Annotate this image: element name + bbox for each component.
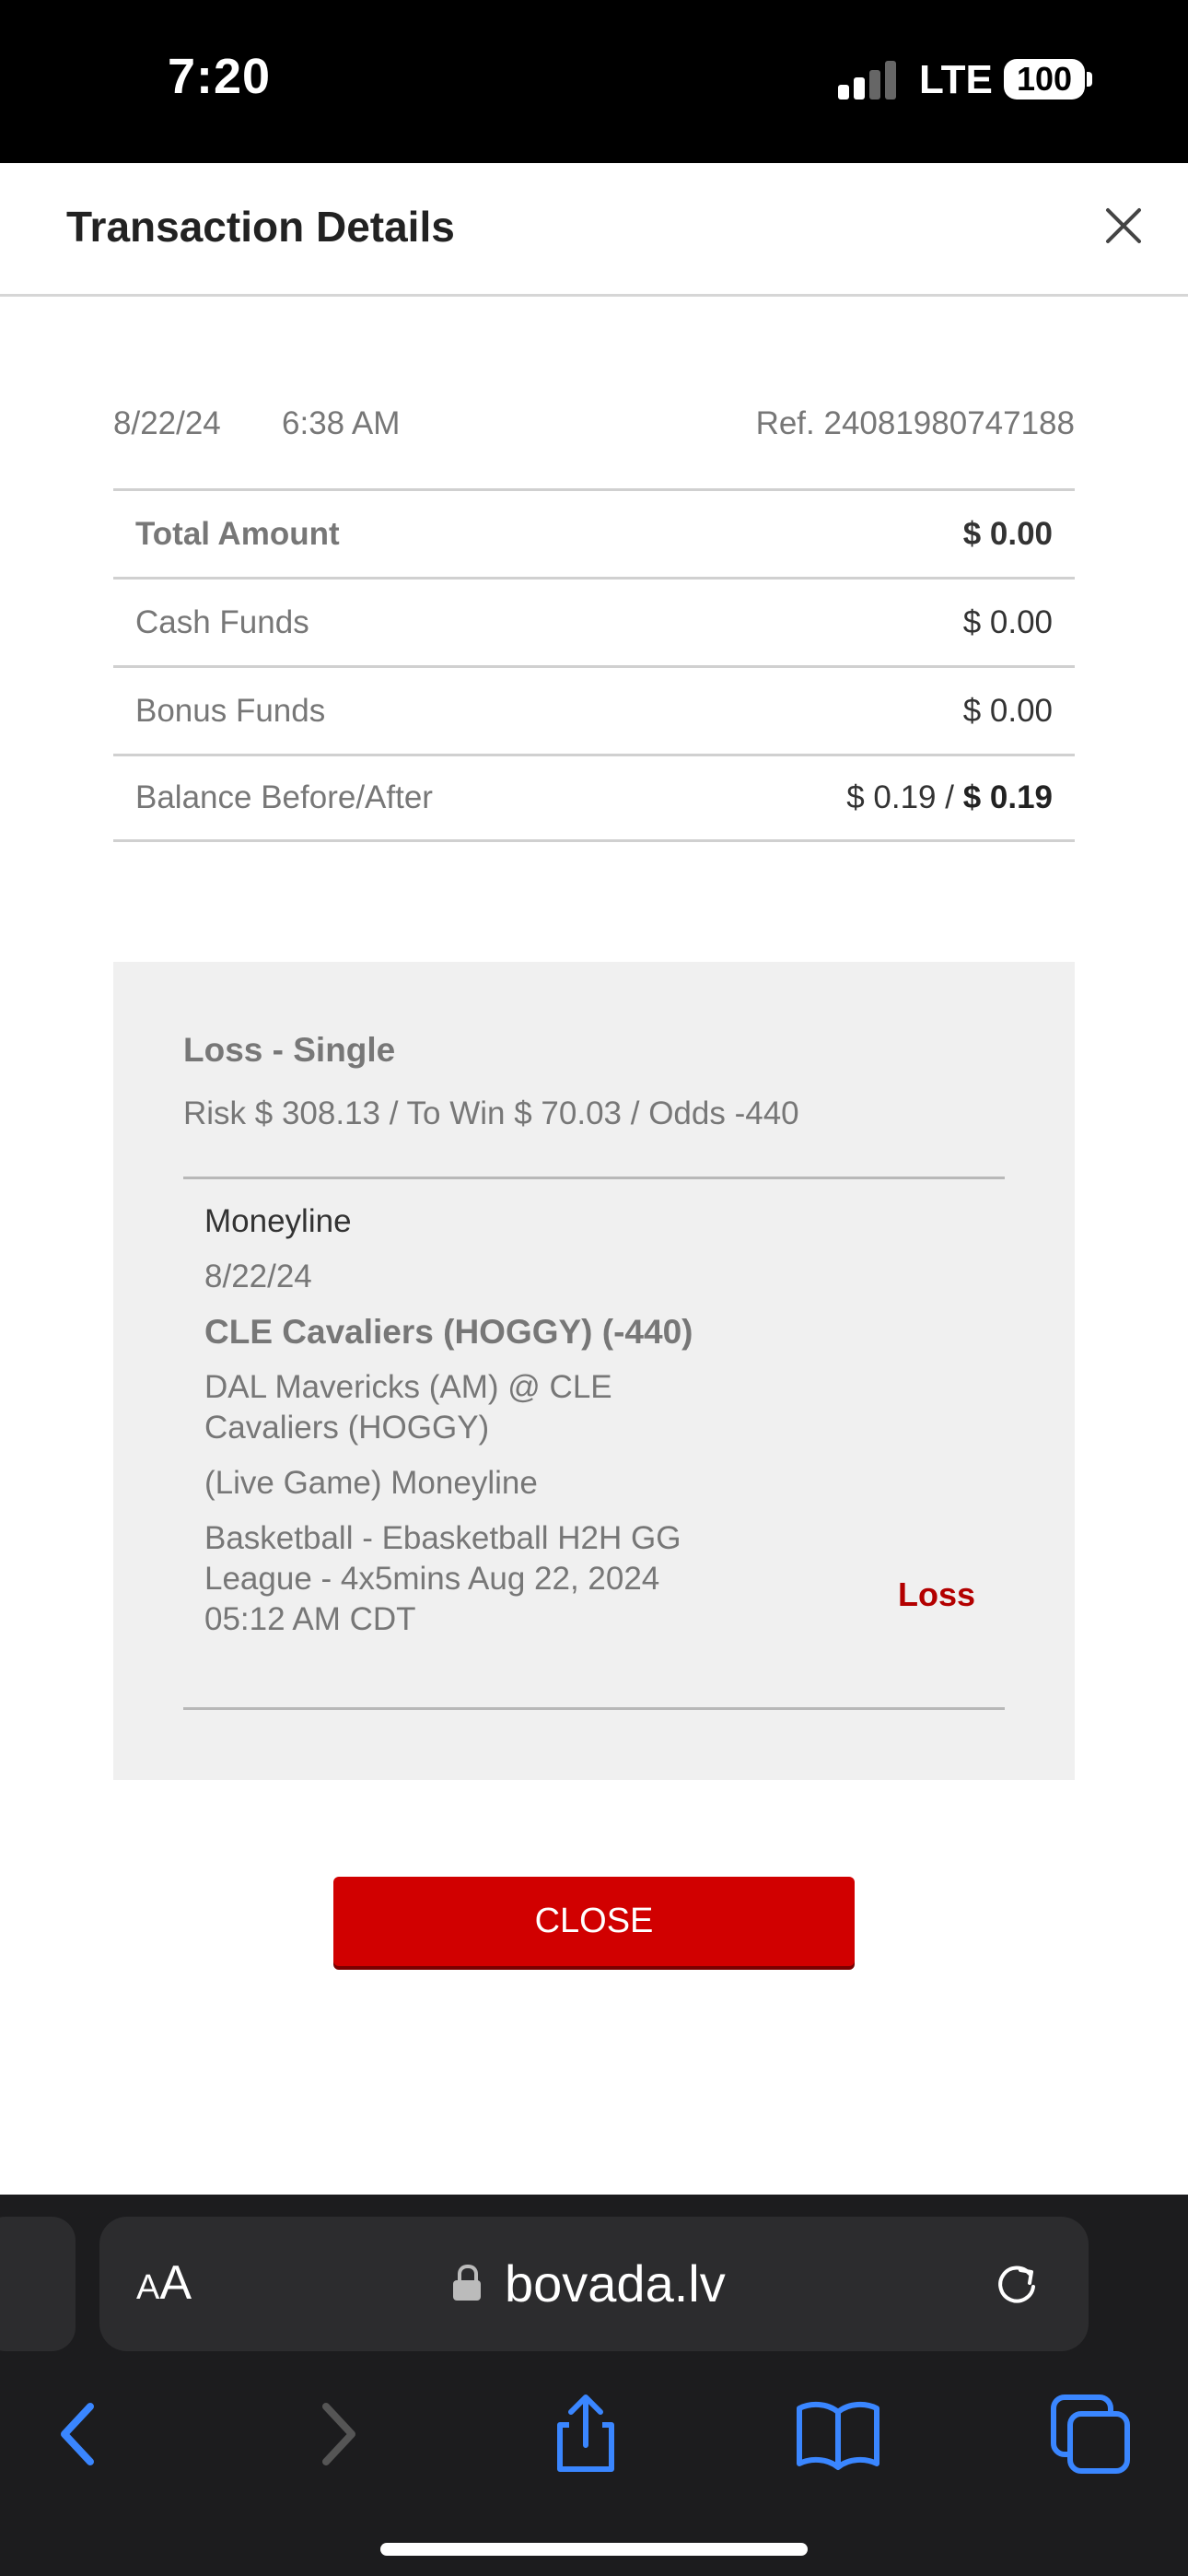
leg-market: Moneyline xyxy=(204,1203,352,1239)
leg-date: 8/22/24 xyxy=(204,1259,312,1294)
modal-title: Transaction Details xyxy=(66,203,455,251)
bet-card: Loss - Single Risk $ 308.13 / To Win $ 7… xyxy=(113,962,1075,1780)
summary-value: $ 0.00 xyxy=(962,692,1053,729)
signal-icon xyxy=(838,61,899,100)
bet-summary: Risk $ 308.13 / To Win $ 70.03 / Odds -4… xyxy=(183,1095,799,1131)
balance-values: $ 0.19 / $ 0.19 xyxy=(846,779,1053,816)
previous-tab-preview[interactable] xyxy=(0,2217,76,2351)
close-icon[interactable] xyxy=(1096,198,1153,255)
summary-table: Total Amount $ 0.00 Cash Funds $ 0.00 Bo… xyxy=(113,488,1075,842)
transaction-ref: Ref. 24081980747188 xyxy=(755,405,1075,441)
summary-row-total: Total Amount $ 0.00 xyxy=(113,488,1075,577)
browser-toolbar: AA bovada.lv xyxy=(0,2195,1188,2576)
summary-label: Balance Before/After xyxy=(135,779,433,815)
summary-row-bonus: Bonus Funds $ 0.00 xyxy=(113,665,1075,754)
back-icon[interactable] xyxy=(33,2388,125,2480)
transaction-time: 6:38 AM xyxy=(282,405,401,441)
balance-before: $ 0.19 / xyxy=(846,779,954,815)
leg-event-info: Basketball - Ebasketball H2H GG League -… xyxy=(204,1520,681,1637)
battery-icon: 100 xyxy=(1004,59,1085,100)
divider xyxy=(183,1707,1005,1710)
summary-label: Total Amount xyxy=(135,515,340,552)
forward-icon[interactable] xyxy=(291,2388,383,2480)
battery-tip xyxy=(1087,72,1092,87)
leg-bet-description: (Live Game) Moneyline xyxy=(204,1465,538,1501)
reload-icon[interactable] xyxy=(993,2259,1041,2307)
address-bar[interactable]: AA bovada.lv xyxy=(99,2217,1089,2351)
leg-selection: CLE Cavaliers (HOGGY) (-440) xyxy=(204,1313,693,1351)
browser-nav xyxy=(0,2388,1188,2489)
close-button[interactable]: CLOSE xyxy=(333,1877,855,1966)
summary-row-balance: Balance Before/After $ 0.19 / $ 0.19 xyxy=(113,754,1075,842)
home-indicator[interactable] xyxy=(380,2543,808,2556)
transaction-meta: 8/22/24 6:38 AM Ref. 24081980747188 xyxy=(113,405,1075,451)
share-icon[interactable] xyxy=(540,2388,632,2480)
leg-result: Loss xyxy=(898,1575,976,1613)
modal-header: Transaction Details xyxy=(0,163,1188,297)
transaction-date: 8/22/24 xyxy=(113,405,221,441)
summary-label: Bonus Funds xyxy=(135,692,326,729)
network-type: LTE xyxy=(919,57,993,102)
balance-after: $ 0.19 xyxy=(962,779,1053,815)
text-size-button[interactable]: AA xyxy=(136,2255,192,2311)
summary-label: Cash Funds xyxy=(135,603,309,640)
summary-value: $ 0.00 xyxy=(962,603,1053,640)
bet-type: Loss - Single xyxy=(183,1031,396,1069)
summary-row-cash: Cash Funds $ 0.00 xyxy=(113,577,1075,665)
status-bar: 7:20 LTE 100 xyxy=(0,0,1188,163)
tabs-icon[interactable] xyxy=(1044,2388,1136,2480)
bookmarks-icon[interactable] xyxy=(792,2388,884,2480)
bet-leg: Moneyline 8/22/24 CLE Cavaliers (HOGGY) … xyxy=(204,1201,720,1655)
leg-matchup: DAL Mavericks (AM) @ CLE Cavaliers (HOGG… xyxy=(204,1369,612,1446)
url-domain: bovada.lv xyxy=(505,2254,726,2313)
status-time: 7:20 xyxy=(168,49,272,104)
divider xyxy=(183,1177,1005,1179)
summary-value: $ 0.00 xyxy=(962,515,1053,552)
lock-icon xyxy=(453,2265,481,2301)
